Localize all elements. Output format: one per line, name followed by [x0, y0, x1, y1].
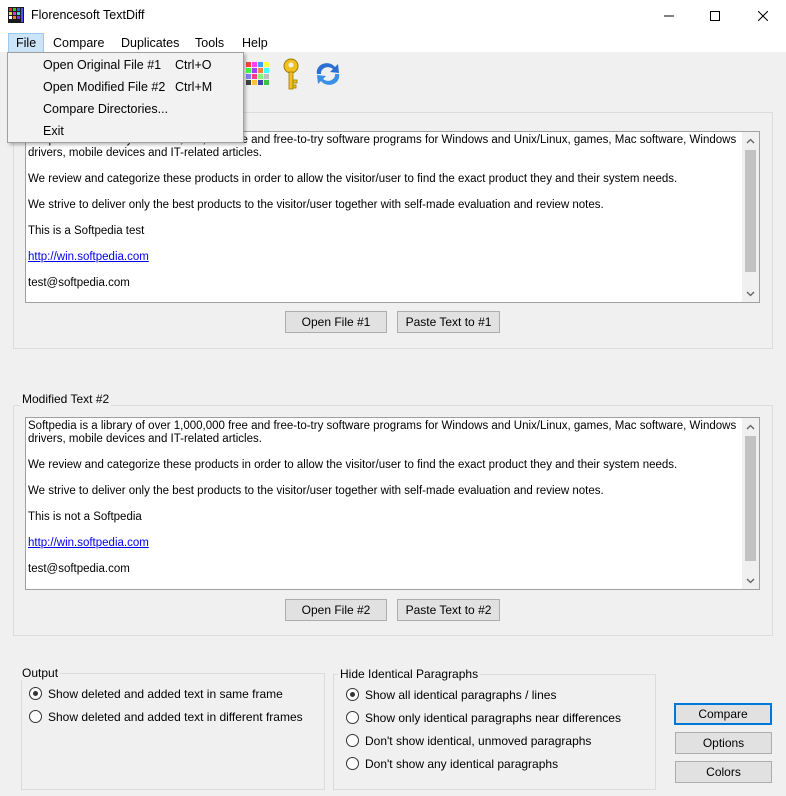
paste-text-2-button[interactable]: Paste Text to #2: [397, 599, 500, 621]
output-caption: Output: [20, 666, 61, 680]
colors-button[interactable]: Colors: [675, 761, 772, 783]
menu-duplicates[interactable]: Duplicates: [114, 34, 186, 52]
modified-text-caption: Modified Text #2: [20, 392, 112, 406]
open-file-2-button[interactable]: Open File #2: [285, 599, 387, 621]
modified-text-area[interactable]: Softpedia is a library of over 1,000,000…: [25, 417, 760, 590]
paste-text-1-button[interactable]: Paste Text to #1: [397, 311, 500, 333]
menu-open-modified[interactable]: Open Modified File #2 Ctrl+M: [8, 76, 243, 98]
paragraph: We review and categorize these products …: [28, 459, 678, 471]
close-button[interactable]: [740, 0, 786, 31]
softpedia-link[interactable]: http://win.softpedia.com: [28, 251, 149, 263]
original-scrollbar[interactable]: [742, 132, 759, 302]
file-menu-dropdown: Open Original File #1 Ctrl+O Open Modifi…: [7, 52, 244, 143]
app-icon: [8, 7, 24, 23]
menu-help[interactable]: Help: [235, 34, 275, 52]
paragraph: We strive to deliver only the best produ…: [28, 199, 604, 211]
original-text-area[interactable]: Softpedia is a library of over 1,000,000…: [25, 131, 760, 303]
paragraph: We strive to deliver only the best produ…: [28, 485, 604, 497]
paragraph: We review and categorize these products …: [28, 173, 678, 185]
compare-button[interactable]: Compare: [674, 703, 772, 725]
title-bar: Florencesoft TextDiff: [0, 0, 786, 32]
key-icon[interactable]: [282, 58, 300, 90]
open-file-1-button[interactable]: Open File #1: [285, 311, 387, 333]
menu-tools[interactable]: Tools: [188, 34, 231, 52]
menu-compare-directories[interactable]: Compare Directories...: [8, 98, 243, 120]
email-text: test@softpedia.com: [28, 277, 130, 289]
color-palette-icon[interactable]: [246, 60, 270, 86]
maximize-button[interactable]: [692, 0, 738, 31]
minimize-icon: [664, 15, 674, 16]
minimize-button[interactable]: [646, 0, 692, 31]
maximize-icon: [710, 10, 720, 21]
paragraph: Softpedia is a library of over 1,000,000…: [28, 420, 737, 445]
refresh-arrows-icon[interactable]: [313, 61, 343, 87]
window-title: Florencesoft TextDiff: [31, 8, 145, 22]
scroll-down-icon[interactable]: [742, 572, 759, 589]
menu-open-original[interactable]: Open Original File #1 Ctrl+O: [8, 54, 243, 76]
close-icon: [758, 10, 768, 21]
scroll-up-icon[interactable]: [742, 132, 759, 149]
menu-file[interactable]: File: [8, 33, 45, 53]
hide-identical-caption: Hide Identical Paragraphs: [338, 667, 481, 681]
menu-exit[interactable]: Exit: [8, 120, 243, 142]
scroll-thumb[interactable]: [745, 436, 756, 561]
softpedia-link[interactable]: http://win.softpedia.com: [28, 537, 149, 549]
menu-bar: File Compare Duplicates Tools Help: [0, 32, 786, 53]
paragraph: This is a Softpedia test: [28, 225, 145, 237]
scroll-down-icon[interactable]: [742, 285, 759, 302]
scroll-thumb[interactable]: [745, 150, 756, 272]
scroll-up-icon[interactable]: [742, 418, 759, 435]
paragraph: This is not a Softpedia: [28, 511, 142, 523]
email-text: test@softpedia.com: [28, 563, 130, 575]
options-button[interactable]: Options: [675, 732, 772, 754]
modified-scrollbar[interactable]: [742, 418, 759, 589]
menu-compare[interactable]: Compare: [46, 34, 111, 52]
